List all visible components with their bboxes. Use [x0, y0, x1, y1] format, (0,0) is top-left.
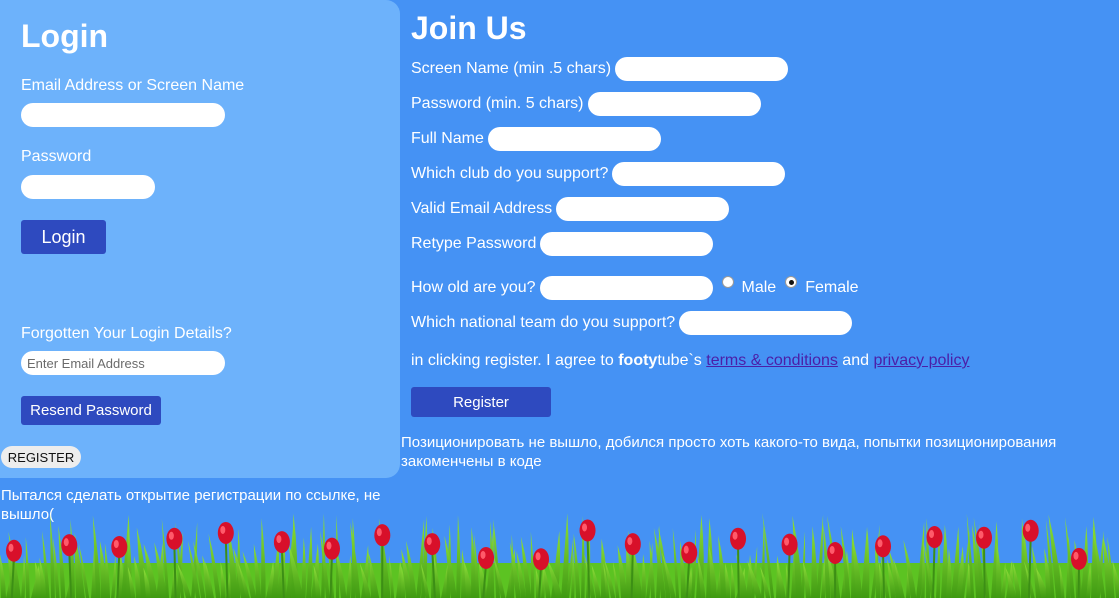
screen-name-row: Screen Name (min .5 chars) [411, 57, 789, 81]
female-radio[interactable] [785, 276, 798, 288]
female-label: Female [805, 279, 859, 296]
national-team-row: Which national team do you support? [411, 311, 853, 335]
age-input[interactable] [539, 276, 713, 300]
male-label: Male [741, 279, 777, 296]
agreement-row: in clicking register. I agree to footy t… [411, 349, 969, 373]
login-email-input[interactable] [21, 103, 225, 127]
full-name-label: Full Name [411, 130, 484, 147]
terms-link[interactable]: terms & conditions [706, 352, 838, 370]
brand-tube: tube`s [657, 352, 707, 369]
club-row: Which club do you support? [411, 162, 786, 186]
email-row: Valid Email Address [411, 197, 730, 221]
age-gender-row: How old are you? Male Female [411, 276, 859, 300]
login-title: Login [21, 18, 109, 54]
email-label: Email Address or Screen Name [21, 77, 245, 94]
join-title: Join Us [411, 10, 527, 46]
login-password-input[interactable] [21, 175, 155, 199]
age-label: How old are you? [411, 279, 536, 296]
privacy-link[interactable]: privacy policy [873, 352, 969, 370]
male-radio[interactable] [721, 276, 734, 288]
retype-password-label: Retype Password [411, 235, 537, 252]
register-open-button[interactable]: REGISTER [1, 446, 81, 468]
retype-password-input[interactable] [540, 232, 714, 256]
full-name-input[interactable] [487, 127, 661, 151]
agree-and: and [837, 352, 874, 369]
resend-password-button[interactable]: Resend Password [21, 396, 161, 425]
register-button[interactable]: Register [411, 387, 551, 417]
grass-tulips-decoration [0, 513, 1119, 598]
password-row: Password (min. 5 chars) [411, 92, 761, 116]
join-email-input[interactable] [556, 197, 730, 221]
full-name-row: Full Name [411, 127, 661, 151]
retype-password-row: Retype Password [411, 232, 714, 256]
forgot-label: Forgotten Your Login Details? [21, 325, 232, 342]
login-button[interactable]: Login [21, 220, 106, 254]
join-dev-note: Позиционировать не вышло, добился просто… [401, 434, 1057, 470]
screen-name-label: Screen Name (min .5 chars) [411, 60, 612, 77]
brand-footy: footy [618, 352, 658, 369]
national-team-label: Which national team do you support? [411, 314, 676, 331]
screen-name-input[interactable] [615, 57, 789, 81]
join-password-input[interactable] [587, 92, 761, 116]
password-label: Password [21, 148, 92, 165]
join-email-label: Valid Email Address [411, 200, 553, 217]
forgot-email-input[interactable] [21, 351, 225, 375]
club-label: Which club do you support? [411, 165, 609, 182]
club-input[interactable] [612, 162, 786, 186]
national-team-input[interactable] [679, 311, 853, 335]
join-password-label: Password (min. 5 chars) [411, 95, 584, 112]
agree-prefix: in clicking register. I agree to [411, 352, 619, 369]
login-panel: Login Email Address or Screen Name Passw… [0, 0, 400, 478]
